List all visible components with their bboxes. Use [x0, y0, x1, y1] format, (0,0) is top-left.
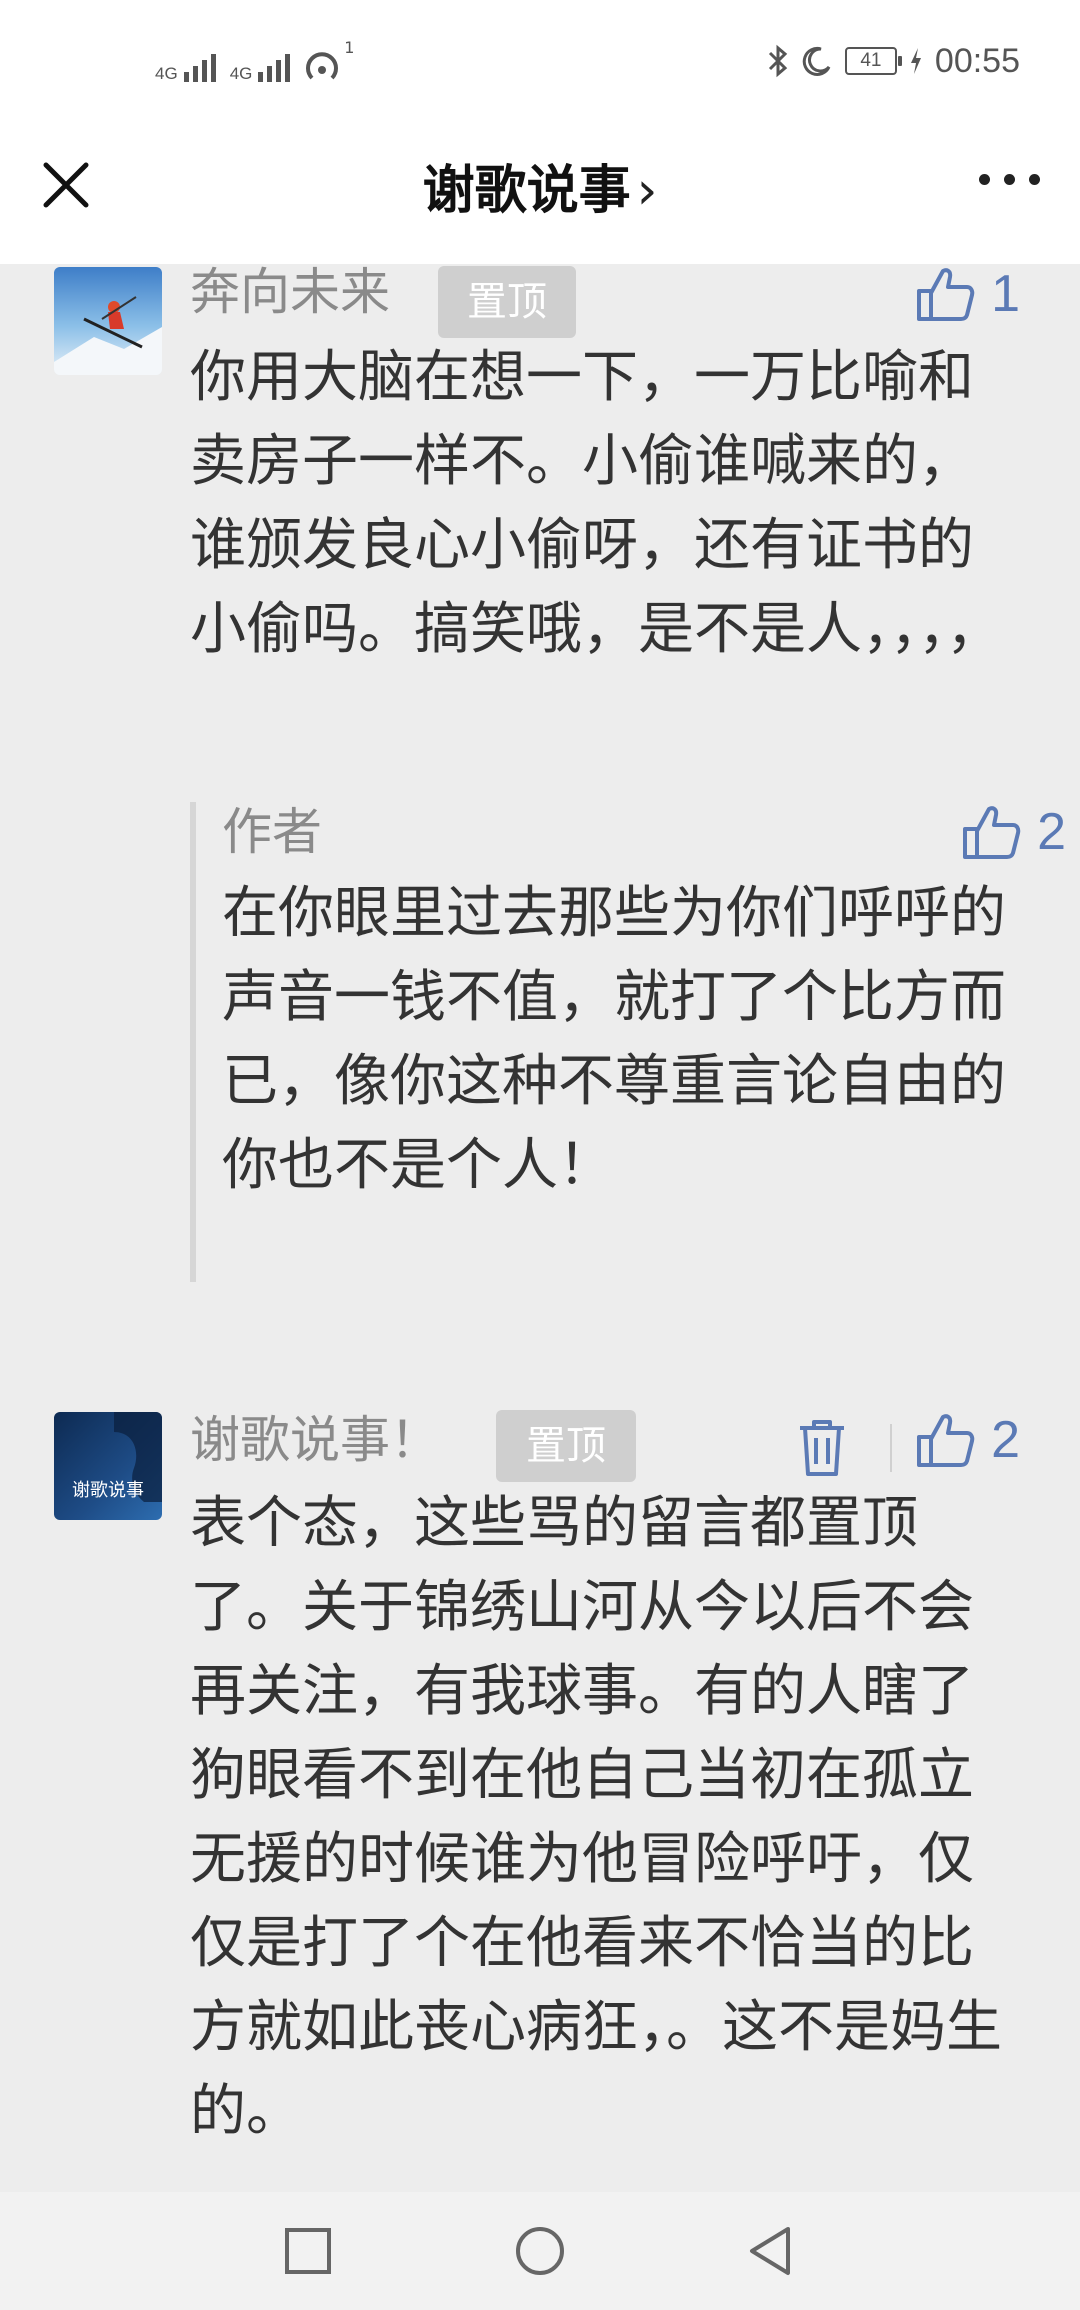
comment-author[interactable]: 奔向未来: [190, 262, 390, 322]
clock: 00:55: [934, 41, 1020, 80]
trash-icon[interactable]: [796, 1418, 848, 1482]
avatar-label: 谢歌说事: [72, 1480, 144, 1501]
thumbs-up-icon: [917, 268, 975, 321]
thumbs-up-icon: [963, 806, 1021, 859]
reply-author: 作者: [222, 803, 322, 861]
recent-apps-icon[interactable]: [282, 2225, 334, 2277]
pinned-badge: 置顶: [438, 266, 576, 338]
divider: [890, 1424, 892, 1472]
title-bar: 谢歌说事 ›: [0, 120, 1080, 264]
comment-author[interactable]: 谢歌说事！: [190, 1410, 440, 1470]
pinned-badge: 置顶: [496, 1410, 636, 1482]
like-count: 2: [1037, 803, 1066, 861]
page-title[interactable]: 谢歌说事 ›: [0, 148, 1080, 223]
comment-text: 表个态，这些骂的留言都置顶了。关于锦绣山河从今以后不会再关注，有我球事。有的人瞎…: [190, 1491, 1002, 2144]
like-count: 1: [991, 265, 1020, 323]
chevron-right-icon[interactable]: ›: [637, 161, 658, 221]
system-nav-bar: [0, 2192, 1080, 2310]
status-bar: 4G 4G 1 41 00:55: [0, 0, 1080, 120]
author-reply: 作者 2 在你眼里过去那些为你们呼呼的声音一钱不值，就打了个比方而已，像你这种不…: [190, 802, 1066, 1282]
home-icon[interactable]: [514, 2225, 566, 2277]
moon-icon: [802, 46, 831, 76]
battery-icon: 41: [844, 47, 902, 75]
back-icon[interactable]: [744, 2225, 796, 2277]
bluetooth-icon: [768, 44, 788, 78]
like-button[interactable]: 2: [961, 802, 1066, 862]
reply-text: 在你眼里过去那些为你们呼呼的声音一钱不值，就打了个比方而已，像你这种不尊重言论自…: [222, 881, 1006, 1198]
like-button[interactable]: 1: [915, 264, 1020, 324]
signal-group: 4G 4G 1: [155, 38, 354, 82]
comment-text: 你用大脑在想一下，一万比喻和卖房子一样不。小偷谁喊来的，谁颁发良心小偷呀，还有证…: [190, 345, 1002, 662]
more-dots-icon[interactable]: [979, 174, 1040, 185]
hotspot-icon: 1: [304, 38, 354, 82]
charging-icon: [910, 48, 921, 74]
status-right: 41 00:55: [767, 36, 1020, 86]
signal-icon-2: 4G: [230, 54, 291, 82]
avatar[interactable]: 谢歌说事: [54, 1412, 162, 1520]
avatar[interactable]: [54, 267, 162, 375]
thumbs-up-icon: [917, 1414, 975, 1467]
signal-icon-1: 4G: [155, 54, 216, 82]
like-count: 2: [991, 1411, 1020, 1469]
like-button[interactable]: 2: [915, 1410, 1020, 1470]
